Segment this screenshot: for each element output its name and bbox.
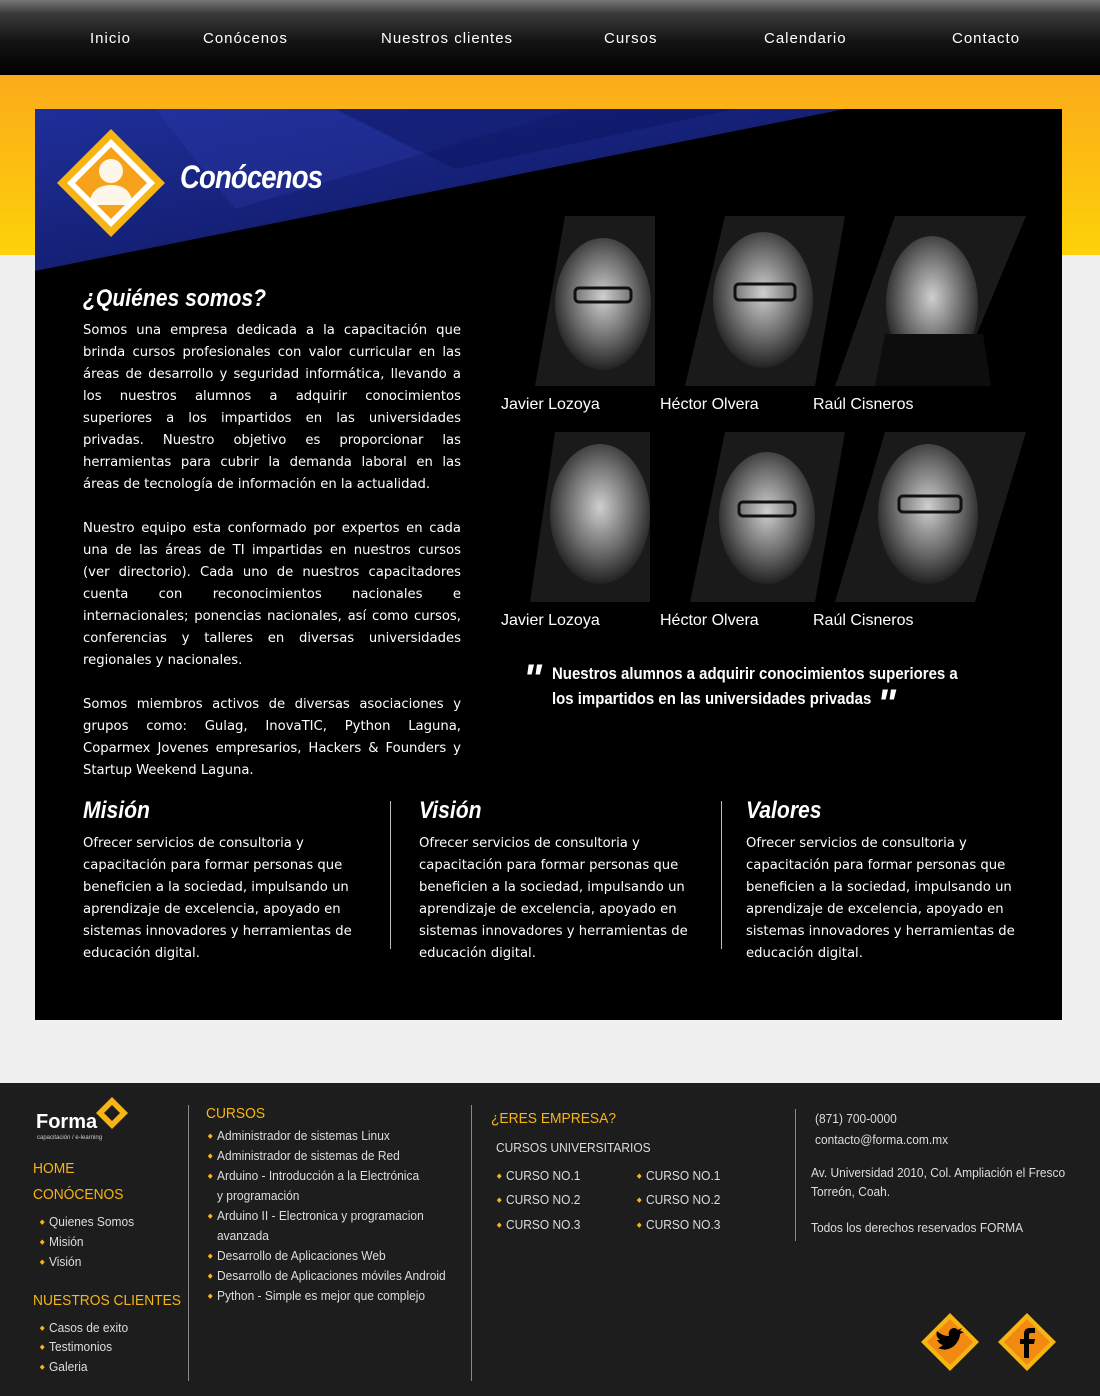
mision-heading: Misión [83,797,150,824]
footer-univ-course[interactable]: CURSO NO.2 [497,1192,581,1207]
footer-course-link[interactable]: Python - Simple es mejor que complejo [208,1288,425,1303]
quote-open-icon: " [523,657,542,701]
footer-address-line2: Torreón, Coah. [811,1184,891,1199]
team-member-name: Raúl Cisneros [813,396,914,413]
footer-course-link[interactable]: Arduino - Introducción a la Electrónica [208,1168,419,1183]
footer-univ-course[interactable]: CURSO NO.2 [637,1192,721,1207]
valores-heading: Valores [746,797,822,824]
footer-link[interactable]: Visión [40,1254,82,1269]
footer-univ-course[interactable]: CURSO NO.3 [497,1217,581,1232]
team-member-name: Javier Lozoya [501,396,600,413]
team-photo [835,216,1026,386]
footer-course-link[interactable]: Desarrollo de Aplicaciones móviles Andro… [208,1268,446,1283]
content-panel: Conócenos ¿Quiénes somos? Somos una empr… [35,109,1062,1020]
forma-logo[interactable]: Forma capacitación / e-learning [36,1097,136,1141]
team-photos [530,216,1026,602]
nav-inicio[interactable]: Inicio [90,30,131,47]
user-badge-icon [57,129,165,237]
about-paragraph-2: Nuestro equipo esta conformado por exper… [83,521,461,668]
twitter-icon[interactable] [920,1312,980,1372]
footer-course-link[interactable]: Arduino II - Electronica y programacion [208,1208,424,1223]
team-photo [835,432,1026,602]
top-navigation: Inicio Conócenos Nuestros clientes Curso… [0,0,1100,75]
footer-univ-course[interactable]: CURSO NO.3 [637,1217,721,1232]
team-photo [530,432,650,602]
footer-home-link[interactable]: HOME [33,1160,74,1177]
team-member-name: Raúl Cisneros [813,612,914,629]
divider [721,801,722,949]
footer-conocenos-link[interactable]: CONÓCENOS [33,1186,123,1203]
team-photo [535,216,655,386]
footer-empresa-title[interactable]: ¿ERES EMPRESA? [491,1110,616,1127]
nav-calendario[interactable]: Calendario [764,30,847,47]
logo-tagline: capacitación / e-learning [37,1135,103,1141]
team-member-name: Héctor Olvera [660,612,759,629]
quote-close-icon: " [877,682,896,726]
footer-divider [795,1109,796,1241]
vision-text: Ofrecer servicios de consultoria y capac… [419,836,688,961]
footer-univ-course[interactable]: CURSO NO.1 [497,1168,581,1183]
footer-link[interactable]: Casos de exito [40,1320,128,1335]
nav-cursos[interactable]: Cursos [604,30,658,47]
footer-univ-course[interactable]: CURSO NO.1 [637,1168,721,1183]
quote-line-2: los impartidos en las universidades priv… [552,689,872,708]
footer-course-link-cont[interactable]: avanzada [217,1228,269,1243]
team-photo [690,432,845,602]
team-member-name: Javier Lozoya [501,612,600,629]
footer-address-line1: Av. Universidad 2010, Col. Ampliación el… [811,1165,1066,1180]
vision-heading: Visión [419,797,482,824]
divider [390,801,391,949]
footer-link[interactable]: Quienes Somos [40,1214,134,1229]
footer-course-link[interactable]: Desarrollo de Aplicaciones Web [208,1248,386,1263]
team-member-name: Héctor Olvera [660,396,759,413]
footer-link[interactable]: Testimonios [40,1339,112,1354]
logo-name: Forma [36,1111,98,1133]
footer-divider [188,1105,189,1381]
nav-conocenos[interactable]: Conócenos [203,30,288,47]
footer-link[interactable]: Misión [40,1234,84,1249]
footer-divider [471,1105,472,1381]
quote-text: Nuestros alumnos a adquirir conocimiento… [552,661,958,711]
footer-cursos-title: CURSOS [206,1105,266,1122]
footer-univ-title: CURSOS UNIVERSITARIOS [496,1140,651,1155]
footer-phone: (871) 700-0000 [815,1111,897,1126]
logo-diamond-icon [96,1097,128,1129]
page-title: Conócenos [180,159,323,195]
about-paragraph-1: Somos una empresa dedicada a la capacita… [83,323,461,492]
footer-course-link-cont[interactable]: y programación [217,1188,299,1203]
footer-clientes-link[interactable]: NUESTROS CLIENTES [33,1292,181,1309]
about-paragraph-3: Somos miembros activos de diversas asoci… [83,697,461,778]
nav-nuestros-clientes[interactable]: Nuestros clientes [381,30,513,47]
footer-course-link[interactable]: Administrador de sistemas Linux [208,1128,390,1143]
valores-text: Ofrecer servicios de consultoria y capac… [746,836,1015,961]
footer-link[interactable]: Galeria [40,1359,88,1374]
about-text: Somos una empresa dedicada a la capacita… [83,320,461,804]
footer-email[interactable]: contacto@forma.com.mx [815,1132,948,1147]
team-photo [685,216,845,386]
footer-course-link[interactable]: Administrador de sistemas de Red [208,1148,400,1163]
about-heading: ¿Quiénes somos? [83,285,267,312]
footer-rights: Todos los derechos reservados FORMA [811,1220,1024,1235]
facebook-icon[interactable] [997,1312,1057,1372]
footer: Forma capacitación / e-learning HOME CON… [0,1083,1100,1396]
mision-text: Ofrecer servicios de consultoria y capac… [83,836,352,961]
quote-line-1: Nuestros alumnos a adquirir conocimiento… [552,664,958,683]
nav-contacto[interactable]: Contacto [952,30,1020,47]
